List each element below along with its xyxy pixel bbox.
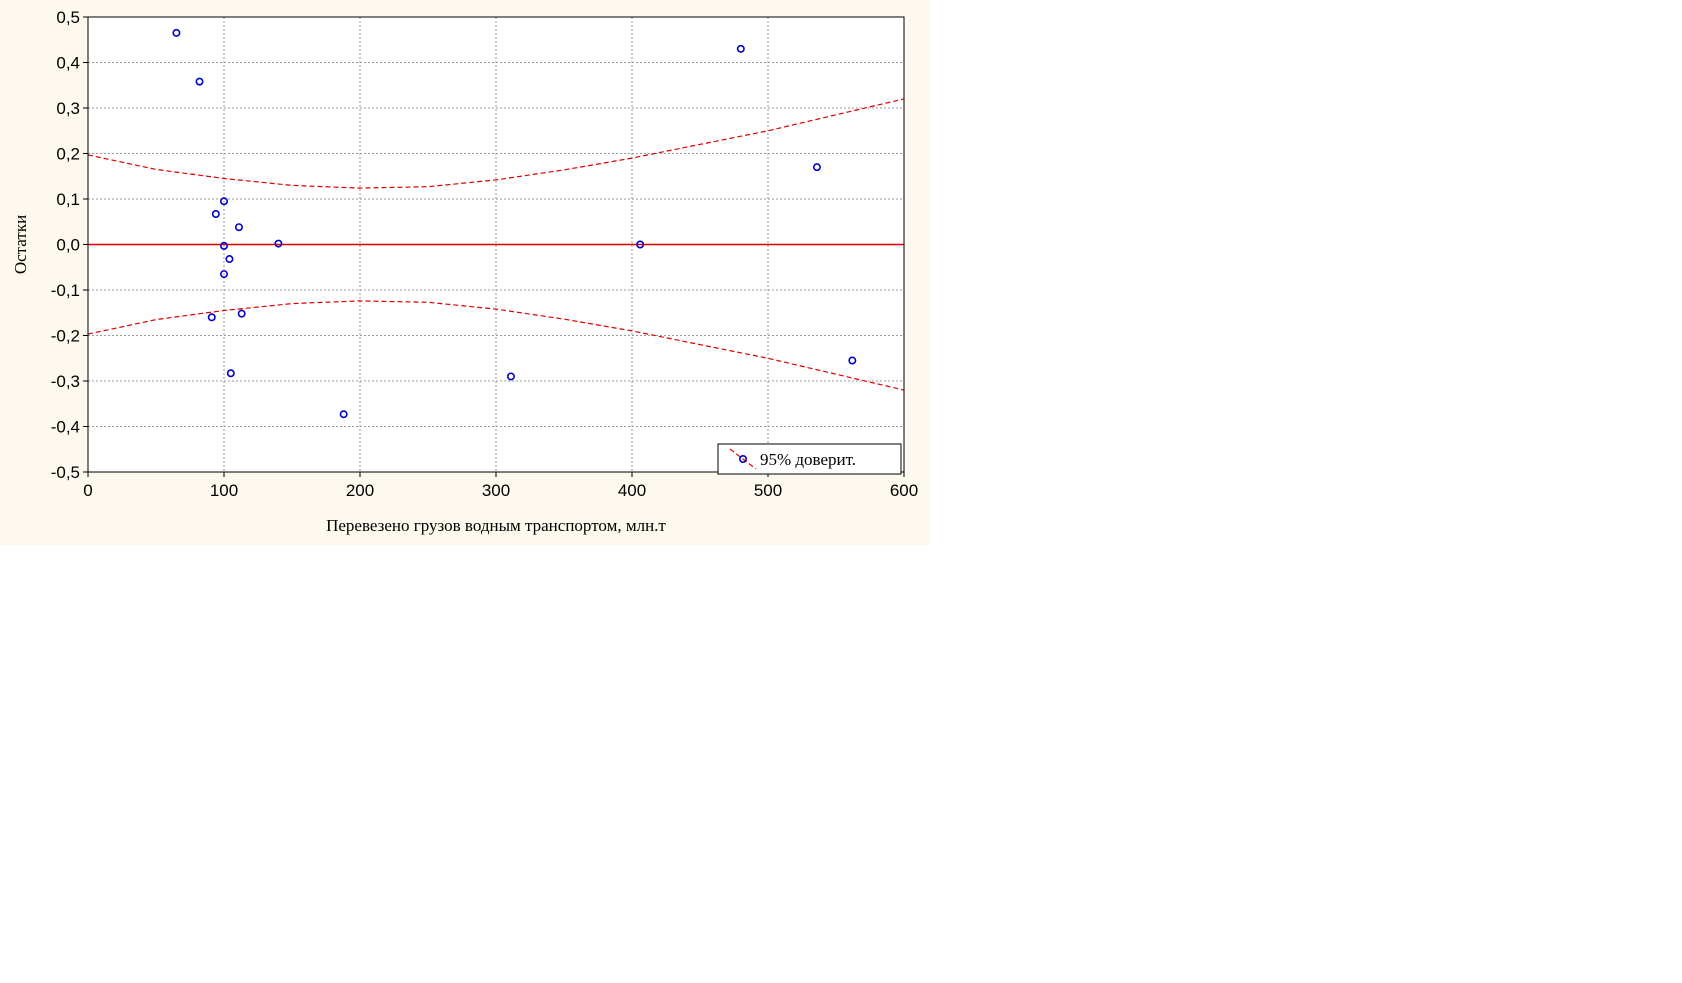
x-tick-label: 400 — [618, 481, 646, 500]
y-tick-label: 0,3 — [56, 99, 80, 118]
y-tick-label: -0,3 — [51, 372, 80, 391]
x-tick-label: 100 — [210, 481, 238, 500]
y-tick-label: -0,2 — [51, 327, 80, 346]
y-tick-label: 0,0 — [56, 236, 80, 255]
y-tick-label: 0,5 — [56, 8, 80, 27]
x-tick-label: 300 — [482, 481, 510, 500]
residuals-scatter-chart: 0 100 200 300 400 500 600 -0,5 -0,4 -0,3 -0,2 -0,1… — [11, 8, 918, 535]
x-tick-label: 0 — [83, 481, 92, 500]
x-tick-label: 500 — [754, 481, 782, 500]
y-tick-label: 0,2 — [56, 145, 80, 164]
y-tick-label: 0,1 — [56, 190, 80, 209]
y-tick-label: -0,1 — [51, 281, 80, 300]
legend: 95% доверит. — [717, 443, 902, 475]
y-tick-label: -0,4 — [51, 418, 80, 437]
x-axis-ticks: 0 100 200 300 400 500 600 — [83, 472, 918, 500]
y-axis-title: Остатки — [11, 215, 30, 274]
x-tick-label: 600 — [890, 481, 918, 500]
x-tick-label: 200 — [346, 481, 374, 500]
y-axis-ticks: -0,5 -0,4 -0,3 -0,2 -0,1 0,0 0,1 0,2 0,3 0,4 0,5 — [51, 8, 88, 482]
y-tick-label: 0,4 — [56, 54, 80, 73]
chart-panel: 0 100 200 300 400 500 600 -0,5 -0,4 -0,3 -0,2 -0,1… — [0, 0, 930, 545]
x-axis-title: Перевезено грузов водным транспортом, мл… — [326, 516, 666, 535]
legend-label: 95% доверит. — [760, 450, 856, 469]
y-tick-label: -0,5 — [51, 463, 80, 482]
